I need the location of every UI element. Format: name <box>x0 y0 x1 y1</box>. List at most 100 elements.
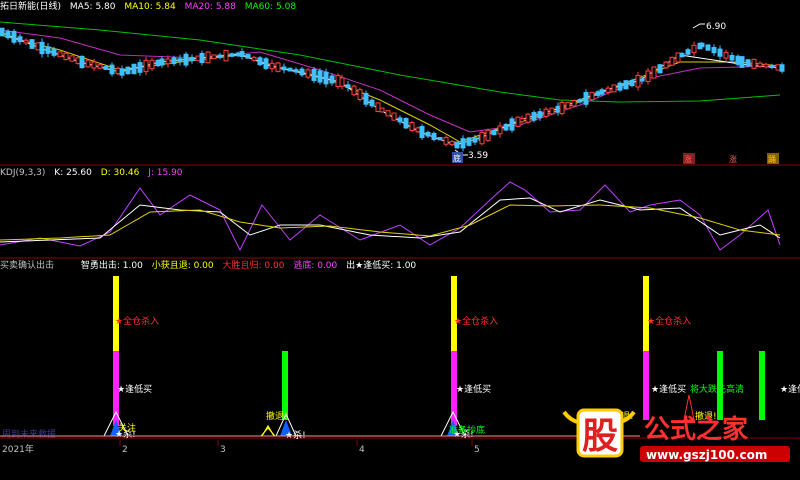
candle-body <box>293 69 299 73</box>
candle-body <box>317 70 323 83</box>
candle-body <box>91 61 97 69</box>
candle-body <box>149 59 155 70</box>
candle-body <box>663 61 669 69</box>
candle-body <box>403 118 409 129</box>
candle-body <box>454 141 460 149</box>
signal-bar-yellow-1 <box>113 276 119 351</box>
candle-body <box>11 30 17 43</box>
candle-body <box>131 63 137 75</box>
rise-marker-2: 涨 <box>729 154 737 164</box>
candle-body <box>437 137 443 141</box>
candle-body <box>391 112 397 121</box>
candle-body <box>525 113 531 123</box>
candle-body <box>63 52 69 61</box>
candle-body <box>155 59 161 67</box>
candle-body <box>345 84 351 89</box>
signal-bar-green-1 <box>282 351 288 420</box>
low-buy-cut-label: ★逢低 <box>780 383 800 395</box>
candle-body <box>491 130 497 136</box>
candle-body <box>617 82 623 91</box>
watermark-url: www.gszj100.com <box>646 448 767 462</box>
candle-body <box>519 117 525 123</box>
ma60-line <box>0 21 781 103</box>
high-price-label: 6.90 <box>706 22 726 32</box>
rise-marker-1: 涨 <box>684 154 692 164</box>
logo-glyph: 股 <box>582 416 618 457</box>
candle-body <box>199 52 205 64</box>
candle-body <box>472 137 478 143</box>
candle-body <box>323 71 329 85</box>
candle-body <box>769 64 775 69</box>
candle-body <box>281 66 287 71</box>
candle-body <box>657 64 663 74</box>
candle-body <box>369 99 375 107</box>
candle-body <box>583 92 589 105</box>
signal-bar-yellow-3 <box>643 276 649 351</box>
candle-body <box>431 132 437 140</box>
candle-body <box>205 51 211 64</box>
candle-body <box>739 56 745 68</box>
ma5-line <box>0 31 781 146</box>
candle-body <box>763 63 769 68</box>
candle-body <box>235 52 241 57</box>
candle-body <box>125 66 131 75</box>
high-pointer <box>692 23 705 29</box>
candle-body <box>729 54 735 61</box>
candle-body <box>679 52 685 58</box>
candle-body <box>29 39 35 49</box>
candle-body <box>263 58 269 69</box>
candle-body <box>745 59 751 67</box>
candle-body <box>23 39 29 44</box>
candle-body <box>717 48 723 57</box>
candlesticks <box>0 27 785 152</box>
candle-body <box>577 99 583 103</box>
candle-body <box>751 58 757 69</box>
candle-body <box>449 141 455 146</box>
candle-body <box>195 55 201 62</box>
xaxis-label-4: 4 <box>359 445 365 455</box>
candle-body <box>509 118 515 131</box>
candle-body <box>119 68 125 76</box>
candle-body <box>257 57 263 66</box>
candle-body <box>97 64 103 69</box>
candle-body <box>0 27 5 37</box>
candle-body <box>339 77 345 87</box>
candle-body <box>635 74 641 88</box>
candle-body <box>675 52 681 63</box>
xaxis-label-5: 5 <box>474 445 480 455</box>
candle-body <box>543 108 549 117</box>
jump-marker: 踊 <box>768 155 776 164</box>
candle-body <box>211 54 217 60</box>
kdj-k-line <box>0 197 781 243</box>
candle-body <box>549 107 555 115</box>
ma20-path <box>0 29 781 133</box>
candle-body <box>723 51 729 59</box>
candle-body <box>757 62 763 67</box>
candle-body <box>363 92 369 105</box>
candle-body <box>479 131 485 145</box>
candle-body <box>735 55 741 65</box>
watch-label: 关注 <box>118 422 136 434</box>
ma10-line <box>0 34 781 143</box>
candle-body <box>305 69 311 78</box>
candle-body <box>531 112 537 121</box>
ma5-path <box>0 31 781 146</box>
candle-body <box>183 53 189 66</box>
candle-body <box>17 36 23 43</box>
candle-body <box>503 123 509 131</box>
candle-body <box>375 102 381 112</box>
candle-body <box>45 46 51 54</box>
candle-body <box>605 87 611 93</box>
candle-body <box>379 107 385 113</box>
bottom-fish-label: 准备抄底 <box>449 424 485 436</box>
candle-body <box>275 62 281 72</box>
candle-body <box>409 122 415 131</box>
bottom-note: 周到未来救援 <box>2 428 56 440</box>
candle-body <box>589 91 595 101</box>
candle-body <box>189 56 195 62</box>
candle-body <box>639 78 645 82</box>
candle-body <box>415 127 421 133</box>
candle-body <box>599 89 605 95</box>
signal-bar-yellow-2 <box>451 276 457 351</box>
candle-body <box>443 137 449 145</box>
